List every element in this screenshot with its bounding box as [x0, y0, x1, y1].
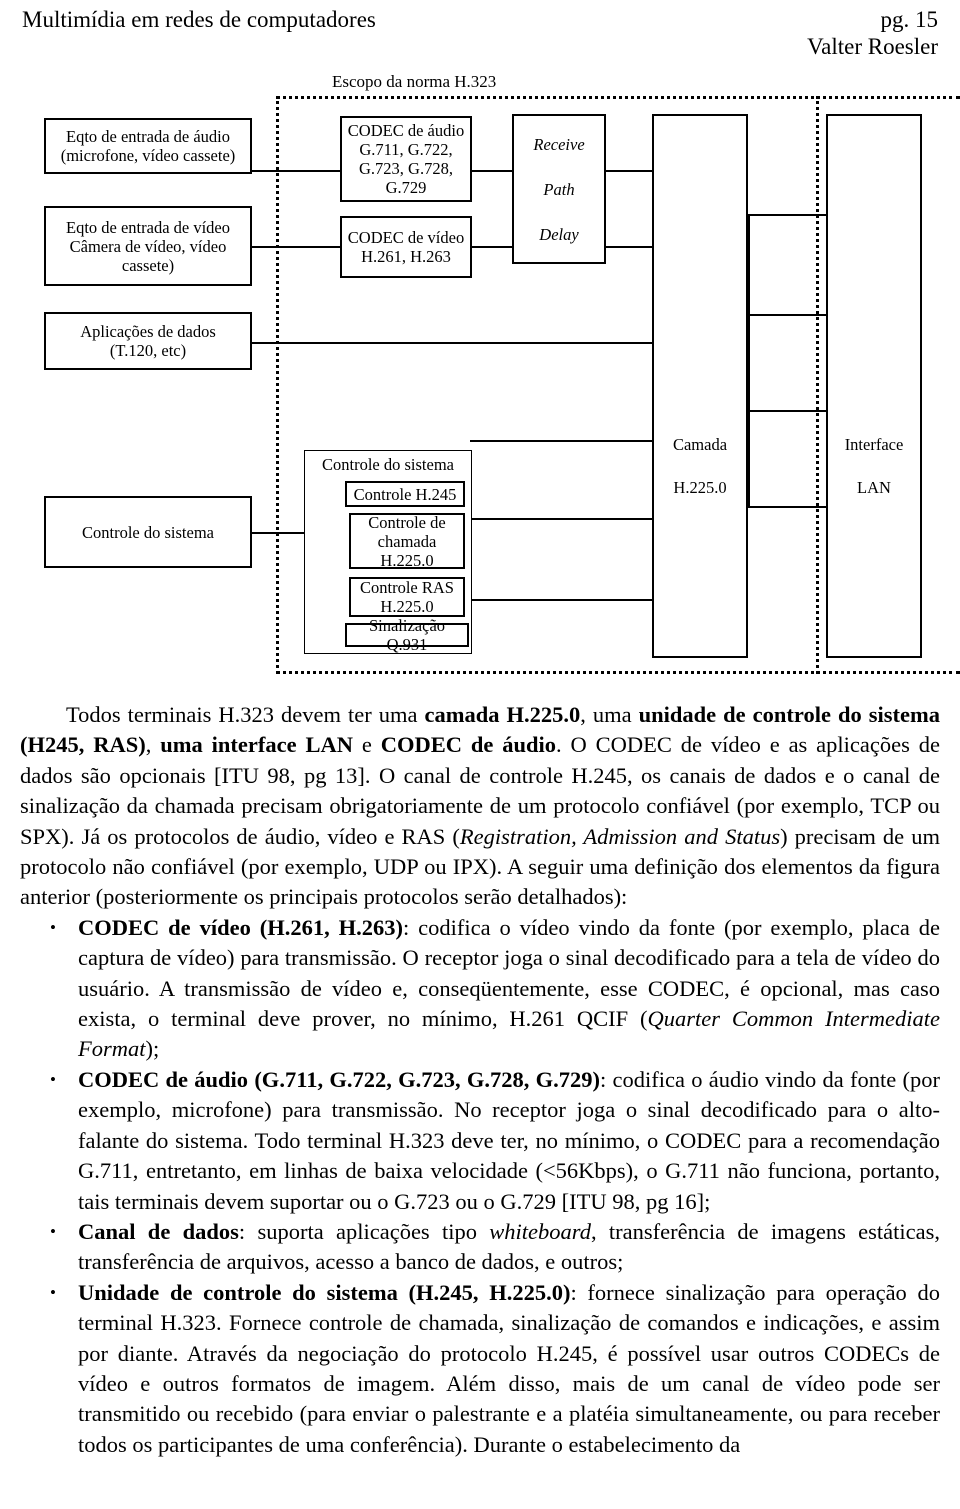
- body-text: Todos terminais H.323 devem ter uma cama…: [20, 700, 940, 1460]
- paragraph-intro: Todos terminais H.323 devem ter uma cama…: [20, 700, 940, 913]
- connector-camada-interface-spine-left: [748, 214, 750, 508]
- video-codec-line1: CODEC de vídeo: [347, 228, 465, 247]
- connector-camada-interface-3: [748, 410, 828, 412]
- page-header: Multimídia em redes de computadores pg. …: [22, 6, 938, 62]
- call-control-line2: chamada: [377, 531, 437, 551]
- connector-audio-codec-to-rpd: [470, 170, 514, 172]
- audio-codec-line1: CODEC de áudio: [347, 121, 465, 140]
- connector-video-codec-to-rpd: [470, 246, 514, 248]
- bullet-0-lead: CODEC de vídeo (H.261, H.263): [78, 914, 403, 940]
- box-audio-input-equipment: Eqto de entrada de áudio (microfone, víd…: [44, 118, 252, 174]
- data-apps-line1: Aplicações de dados: [80, 322, 216, 341]
- audio-input-line1: Eqto de entrada de áudio: [65, 127, 231, 146]
- camada-line1: Camada: [672, 435, 728, 454]
- interface-line1: Interface: [844, 435, 904, 454]
- connector-camada-interface-1: [748, 214, 828, 216]
- definition-list: • CODEC de vídeo (H.261, H.263): codifica…: [20, 913, 940, 1460]
- p1-italic1: Registration, Admission and Status: [459, 823, 781, 849]
- connector-video-input: [250, 246, 340, 248]
- ras-control-line1: Controle RAS: [360, 578, 454, 597]
- video-codec-line2: H.261, H.263: [361, 247, 451, 266]
- p1-seg4: e: [352, 732, 381, 758]
- video-input-line2: Câmera de vídeo, vídeo: [69, 236, 227, 256]
- p1-bold3: uma interface LAN: [160, 732, 353, 758]
- bullet-1-lead: CODEC de áudio (G.711, G.722, G.723, G.7…: [78, 1066, 600, 1092]
- connector-rpd-out-top: [604, 170, 654, 172]
- box-interface-lan: Interface LAN: [826, 114, 922, 658]
- interface-line2: LAN: [857, 478, 891, 497]
- list-item: • CODEC de vídeo (H.261, H.263): codifica…: [20, 913, 940, 1065]
- p1-seg2: , uma: [580, 702, 639, 727]
- bullet-2-text1: : suporta aplicações tipo: [238, 1218, 490, 1244]
- ras-control-line2: H.225.0: [380, 597, 434, 616]
- box-system-control-left: Controle do sistema: [44, 496, 252, 568]
- video-input-line3: cassete): [121, 255, 175, 275]
- bullet-2-lead: Canal de dados: [78, 1218, 239, 1244]
- figure-caption: Escopo da norma H.323: [332, 72, 497, 91]
- p1-seg3: ,: [145, 732, 161, 758]
- data-apps-line2: (T.120, etc): [109, 341, 187, 360]
- bullet-0-text2: );: [145, 1036, 160, 1062]
- bullet-icon: •: [50, 1282, 56, 1302]
- connector-h245-to-camada: [470, 440, 654, 442]
- document-title: Multimídia em redes de computadores: [22, 7, 376, 32]
- box-ras-control: Controle RAS H.225.0: [349, 577, 465, 617]
- bullet-3-lead: Unidade de controle do sistema (H.245, H…: [78, 1279, 571, 1305]
- p1-bold1: camada H.225.0: [424, 702, 581, 727]
- bullet-icon: •: [50, 917, 56, 937]
- connector-data-apps: [250, 342, 654, 344]
- connector-rpd-out-bottom: [604, 246, 654, 248]
- audio-input-line2: (microfone, vídeo cassete): [60, 146, 236, 165]
- p1-bold4: CODEC de áudio: [380, 732, 556, 758]
- call-control-line1: Controle de: [368, 512, 446, 532]
- connector-camada-interface-2: [748, 314, 828, 316]
- bullet-2-italic1: whiteboard: [489, 1218, 591, 1244]
- box-audio-codec: CODEC de áudio G.711, G.722, G.723, G.72…: [340, 116, 472, 202]
- list-item: • Canal de dados: suporta aplicações tipo…: [20, 1217, 940, 1278]
- receive-path-line2: Path: [543, 179, 575, 199]
- box-video-codec: CODEC de vídeo H.261, H.263: [340, 216, 472, 278]
- box-call-control: Controle de chamada H.225.0: [349, 512, 465, 570]
- box-system-control-group: Controle do sistema Controle H.245 Contr…: [304, 450, 472, 654]
- page-number: pg. 15: [880, 7, 939, 32]
- box-signaling-q931: Sinalização Q.931: [345, 616, 469, 654]
- control-h245-label: Controle H.245: [353, 484, 457, 504]
- author-name: Valter Roesler: [807, 34, 938, 59]
- signaling-q931-label: Sinalização Q.931: [368, 616, 446, 654]
- camada-line2: H.225.0: [673, 478, 727, 497]
- list-item: • Unidade de controle do sistema (H.245, …: [20, 1278, 940, 1460]
- bullet-3-text1: : fornece sinalização para operação do t…: [78, 1279, 940, 1457]
- audio-codec-line2: G.711, G.722,: [359, 140, 453, 159]
- box-control-h245: Controle H.245: [345, 481, 465, 507]
- h323-architecture-diagram: Escopo da norma H.323 Eqto de entrada de…: [0, 66, 960, 681]
- audio-codec-line3: G.723, G.728, G.729: [359, 159, 453, 197]
- scope-boundary-right-dotted: [816, 96, 819, 674]
- box-camada-h225: Camada H.225.0: [652, 114, 748, 658]
- connector-call-control-to-camada: [470, 518, 654, 520]
- bullet-icon: •: [50, 1069, 56, 1089]
- box-receive-path-delay: Receive Path Delay: [512, 114, 606, 264]
- connector-ras-to-camada: [470, 599, 654, 601]
- box-data-applications: Aplicações de dados (T.120, etc): [44, 312, 252, 370]
- system-control-group-label: Controle do sistema: [322, 455, 454, 474]
- video-input-line1: Eqto de entrada de vídeo: [65, 217, 231, 237]
- receive-path-line1: Receive: [533, 134, 585, 154]
- box-video-input-equipment: Eqto de entrada de vídeo Câmera de vídeo…: [44, 206, 252, 286]
- connector-camada-interface-4: [748, 506, 828, 508]
- p1-seg1: Todos terminais H.323 devem ter uma: [66, 702, 425, 727]
- bullet-icon: •: [50, 1221, 56, 1241]
- call-control-line3: H.225.0: [380, 550, 434, 570]
- system-control-left-label: Controle do sistema: [82, 522, 214, 542]
- receive-path-line3: Delay: [539, 224, 579, 244]
- list-item: • CODEC de áudio (G.711, G.722, G.723, G.…: [20, 1065, 940, 1217]
- connector-audio-input: [250, 170, 340, 172]
